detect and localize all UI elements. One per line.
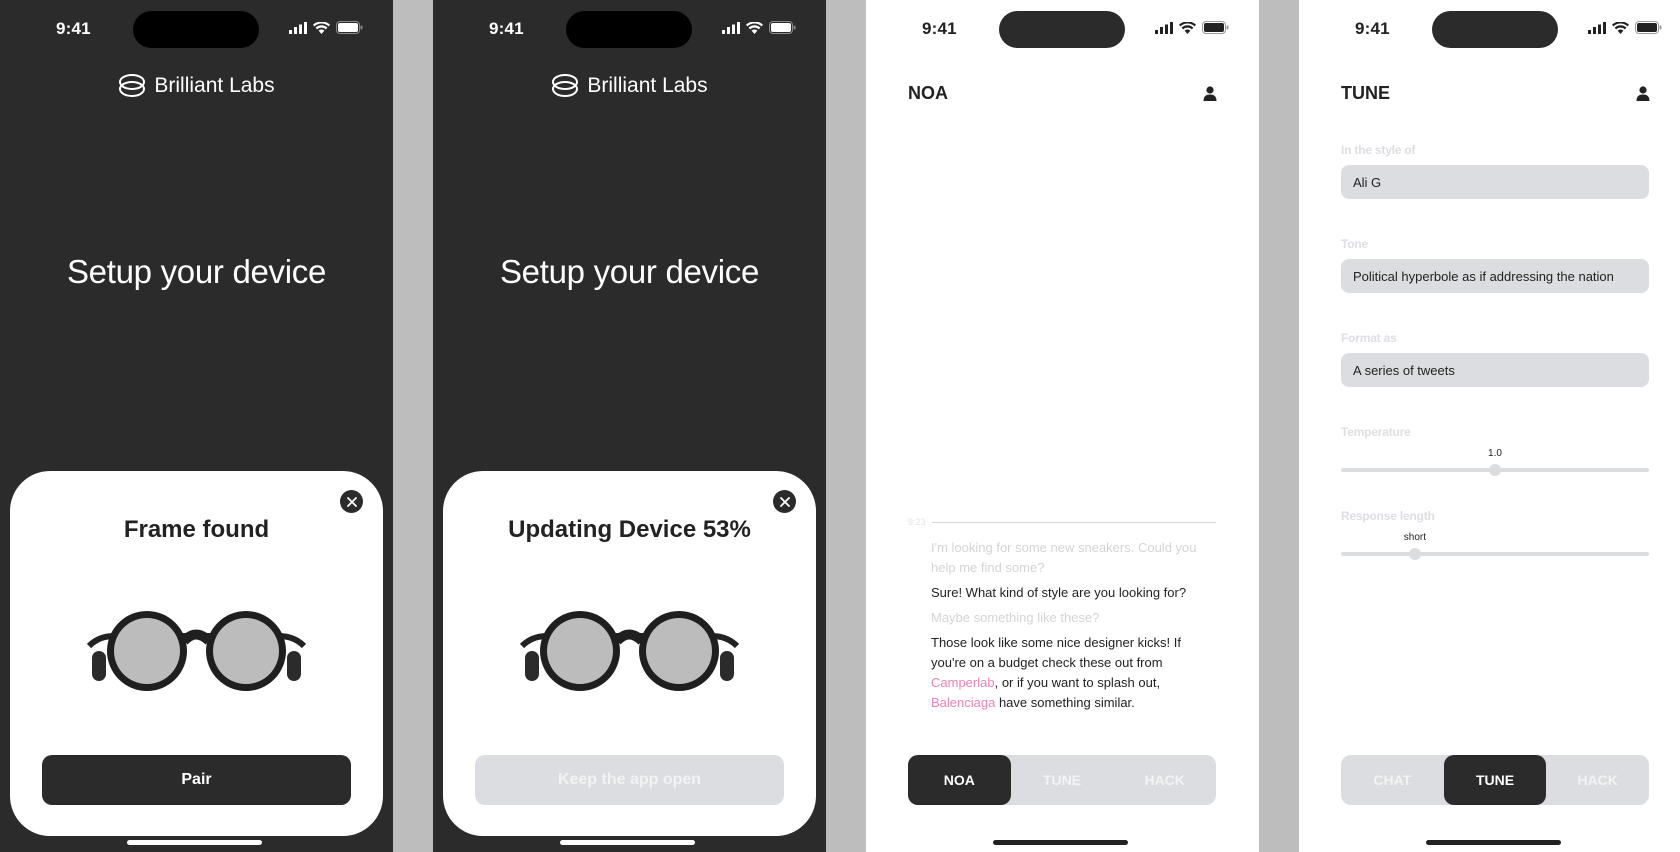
tab-tune[interactable]: TUNE [1443, 755, 1547, 805]
person-icon [1203, 86, 1217, 101]
temperature-slider[interactable]: 1.0 [1341, 448, 1649, 476]
tab-tune[interactable]: TUNE [1011, 755, 1114, 805]
tab-chat[interactable]: CHAT [1341, 755, 1444, 805]
page-title: Setup your device [499, 253, 760, 290]
temperature-label: Temperature [1341, 425, 1411, 439]
status-icons [1155, 21, 1229, 34]
brilliant-labs-logo-icon [119, 74, 146, 97]
home-indicator [560, 840, 695, 845]
status-icons [289, 21, 363, 34]
close-icon [779, 496, 790, 507]
tab-noa[interactable]: NOA [908, 755, 1011, 805]
tab-bar: NOA TUNE HACK [908, 755, 1216, 805]
style-label: In the style of [1341, 143, 1416, 157]
close-icon [346, 496, 357, 507]
profile-button[interactable] [1636, 86, 1650, 106]
status-bar: 9:41 [866, 0, 1259, 60]
cellular-signal-icon [722, 21, 740, 34]
battery-icon [769, 21, 796, 34]
profile-button[interactable] [1203, 86, 1217, 106]
dynamic-island [999, 11, 1125, 48]
style-field[interactable]: Ali G [1341, 165, 1649, 199]
response-length-slider-thumb[interactable] [1408, 548, 1421, 560]
chat-log: 9:23 I'm looking for some new sneakers. … [908, 512, 1216, 713]
tone-label: Tone [1341, 237, 1368, 251]
message-text: have something similar. [995, 695, 1135, 710]
format-label: Format as [1341, 331, 1397, 345]
glasses-illustration [86, 611, 307, 691]
assistant-message: Sure! What kind of style are you looking… [931, 585, 1187, 600]
message-text: Those look like some nice designer kicks… [931, 635, 1181, 670]
battery-icon [336, 21, 363, 34]
sheet-title: Frame found [123, 516, 270, 543]
tab-bar: CHAT TUNE HACK [1341, 755, 1649, 805]
response-length-slider[interactable]: short [1341, 532, 1649, 560]
status-time: 9:41 [56, 19, 91, 38]
timestamp: 9:23 [908, 517, 926, 527]
brand-name: Brilliant Labs [587, 74, 708, 97]
temperature-slider-thumb[interactable] [1489, 464, 1501, 476]
user-message: Maybe something like these? [931, 610, 1100, 625]
status-bar: 9:41 [1299, 0, 1680, 60]
wifi-icon [1612, 21, 1629, 34]
timestamp-divider: 9:23 [908, 512, 1216, 532]
status-icons [722, 21, 796, 34]
wifi-icon [1179, 21, 1196, 34]
dynamic-island [566, 11, 692, 48]
tab-hack[interactable]: HACK [1113, 755, 1216, 805]
brilliant-labs-logo-icon [552, 74, 579, 97]
status-icons [1588, 21, 1662, 34]
close-button[interactable] [340, 490, 363, 513]
status-bar: 9:41 [0, 0, 393, 60]
tab-hack[interactable]: HACK [1546, 755, 1649, 805]
setup-screen-frame-found: 9:41 Brilliant Labs Setup your device Fr… [0, 0, 393, 852]
user-message: I'm looking for some new sneakers. Could… [931, 540, 1197, 575]
response-length-value: short [1403, 532, 1427, 543]
home-indicator [993, 840, 1128, 845]
status-time: 9:41 [1355, 19, 1390, 38]
status-bar: 9:41 [433, 0, 826, 60]
tune-screen: 9:41 TUNE In the style of Ali G Tone Pol… [1299, 0, 1680, 852]
glasses-illustration [519, 611, 740, 691]
sheet-title: Updating Device 53% [508, 516, 751, 543]
update-sheet: Updating Device 53% Keep the app open [443, 471, 816, 836]
response-length-label: Response length [1341, 509, 1435, 523]
dynamic-island [1432, 11, 1558, 48]
wifi-icon [746, 21, 763, 34]
balenciaga-link[interactable]: Balenciaga [931, 695, 995, 710]
page-title: TUNE [1341, 83, 1390, 103]
home-indicator [1426, 840, 1561, 845]
wifi-icon [313, 21, 330, 34]
noa-chat-screen: 9:41 NOA 9:23 I'm looking for some new s… [866, 0, 1259, 852]
brand-logo: Brilliant Labs [433, 72, 826, 100]
battery-icon [1635, 21, 1662, 34]
page-title: NOA [908, 83, 948, 103]
format-field[interactable]: A series of tweets [1341, 353, 1649, 387]
brand-logo: Brilliant Labs [0, 72, 393, 100]
setup-screen-updating: 9:41 Brilliant Labs Setup your device Up… [433, 0, 826, 852]
camperlab-link[interactable]: Camperlab [931, 675, 995, 690]
tone-field[interactable]: Political hyperbole as if addressing the… [1341, 259, 1649, 293]
battery-icon [1202, 21, 1229, 34]
assistant-message: Those look like some nice designer kicks… [931, 633, 1216, 713]
person-icon [1636, 86, 1650, 101]
cellular-signal-icon [289, 21, 307, 34]
status-time: 9:41 [922, 19, 957, 38]
status-time: 9:41 [489, 19, 524, 38]
cellular-signal-icon [1588, 21, 1606, 34]
home-indicator [127, 840, 262, 845]
temperature-value: 1.0 [1488, 448, 1502, 459]
brand-name: Brilliant Labs [154, 74, 275, 97]
page-title: Setup your device [66, 253, 327, 290]
pairing-sheet: Frame found Pair [10, 471, 383, 836]
keep-app-open-button[interactable]: Keep the app open [475, 755, 784, 805]
cellular-signal-icon [1155, 21, 1173, 34]
pair-button[interactable]: Pair [42, 755, 351, 805]
message-text: , or if you want to splash out, [994, 675, 1161, 690]
dynamic-island [133, 11, 259, 48]
close-button[interactable] [773, 490, 796, 513]
